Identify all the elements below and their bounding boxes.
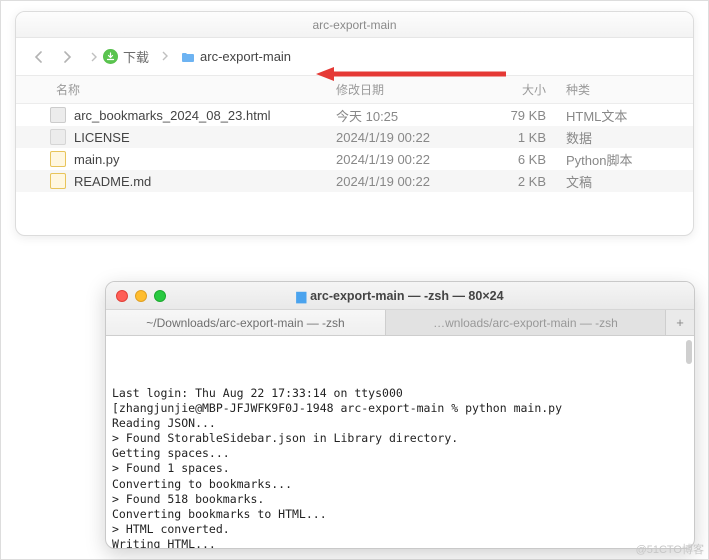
py-file-icon: [50, 151, 66, 167]
minimize-button[interactable]: [135, 290, 147, 302]
forward-button[interactable]: [56, 46, 78, 68]
terminal-line: Getting spaces...: [112, 446, 688, 461]
terminal-title: arc-export-main — -zsh — 80×24: [310, 289, 503, 303]
file-kind: Python脚本: [566, 150, 693, 169]
terminal-line: [zhangjunjie@MBP-JFJWFK9F0J-1948 arc-exp…: [112, 401, 688, 416]
file-date: 2024/1/19 00:22: [336, 152, 486, 167]
scrollbar-thumb[interactable]: [686, 340, 692, 364]
file-kind: HTML文本: [566, 106, 693, 125]
file-size: 1 KB: [486, 130, 566, 145]
file-row[interactable]: arc_bookmarks_2024_08_23.html今天 10:2579 …: [16, 104, 693, 126]
file-kind: 数据: [566, 128, 693, 147]
terminal-line: Reading JSON...: [112, 416, 688, 431]
column-header-date[interactable]: 修改日期: [336, 81, 486, 98]
chevron-right-icon: [62, 51, 72, 63]
maximize-button[interactable]: [154, 290, 166, 302]
terminal-tab-active[interactable]: ~/Downloads/arc-export-main — -zsh: [106, 310, 386, 335]
column-header-name[interactable]: 名称: [16, 81, 336, 98]
path-segment-downloads[interactable]: 下载: [84, 45, 155, 68]
folder-icon: [181, 51, 195, 63]
path-label: 下载: [123, 47, 149, 66]
html-file-icon: [50, 107, 66, 123]
terminal-line: Converting to bookmarks...: [112, 477, 688, 492]
file-row[interactable]: LICENSE2024/1/19 00:221 KB数据: [16, 126, 693, 148]
file-row[interactable]: main.py2024/1/19 00:226 KBPython脚本: [16, 148, 693, 170]
terminal-window: ▆ arc-export-main — -zsh — 80×24 ~/Downlo…: [105, 281, 695, 549]
chevron-right-icon: [90, 52, 98, 62]
column-header-size[interactable]: 大小: [486, 81, 566, 98]
downloads-icon: [103, 49, 118, 64]
terminal-titlebar: ▆ arc-export-main — -zsh — 80×24: [106, 282, 694, 310]
folder-icon: ▆: [296, 289, 306, 303]
file-size: 6 KB: [486, 152, 566, 167]
terminal-line: Last login: Thu Aug 22 17:33:14 on ttys0…: [112, 386, 688, 401]
file-name: README.md: [74, 174, 336, 189]
terminal-line: Writing HTML...: [112, 537, 688, 548]
file-name: LICENSE: [74, 130, 336, 145]
terminal-line: > Found 1 spaces.: [112, 461, 688, 476]
watermark: @51CTO博客: [636, 541, 704, 557]
file-list: arc_bookmarks_2024_08_23.html今天 10:2579 …: [16, 104, 693, 192]
blank-file-icon: [50, 129, 66, 145]
file-name: main.py: [74, 152, 336, 167]
file-date: 2024/1/19 00:22: [336, 174, 486, 189]
terminal-line: > Found 518 bookmarks.: [112, 492, 688, 507]
file-date: 2024/1/19 00:22: [336, 130, 486, 145]
close-button[interactable]: [116, 290, 128, 302]
terminal-output[interactable]: Last login: Thu Aug 22 17:33:14 on ttys0…: [106, 336, 694, 548]
new-tab-button[interactable]: +: [666, 310, 694, 335]
path-separator-icon: [161, 49, 169, 64]
terminal-tab-inactive[interactable]: …wnloads/arc-export-main — -zsh: [386, 310, 666, 335]
file-kind: 文稿: [566, 172, 693, 191]
file-date: 今天 10:25: [336, 106, 486, 125]
terminal-line: > HTML converted.: [112, 522, 688, 537]
finder-window: arc-export-main 下载 arc-exp: [15, 11, 694, 236]
finder-window-title: arc-export-main: [312, 18, 396, 32]
file-size: 79 KB: [486, 108, 566, 123]
terminal-line: > Found StorableSidebar.json in Library …: [112, 431, 688, 446]
column-header-kind[interactable]: 种类: [566, 81, 693, 98]
back-button[interactable]: [28, 46, 50, 68]
file-row[interactable]: README.md2024/1/19 00:222 KB文稿: [16, 170, 693, 192]
chevron-left-icon: [34, 51, 44, 63]
column-header-row: 名称 修改日期 大小 种类: [16, 76, 693, 104]
md-file-icon: [50, 173, 66, 189]
finder-titlebar: arc-export-main: [16, 12, 693, 38]
path-label: arc-export-main: [200, 49, 291, 64]
window-controls: [116, 290, 166, 302]
path-segment-current[interactable]: arc-export-main: [175, 47, 297, 66]
terminal-tab-strip: ~/Downloads/arc-export-main — -zsh …wnlo…: [106, 310, 694, 336]
file-name: arc_bookmarks_2024_08_23.html: [74, 108, 336, 123]
finder-toolbar: 下载 arc-export-main: [16, 38, 693, 76]
terminal-line: Converting bookmarks to HTML...: [112, 507, 688, 522]
file-size: 2 KB: [486, 174, 566, 189]
